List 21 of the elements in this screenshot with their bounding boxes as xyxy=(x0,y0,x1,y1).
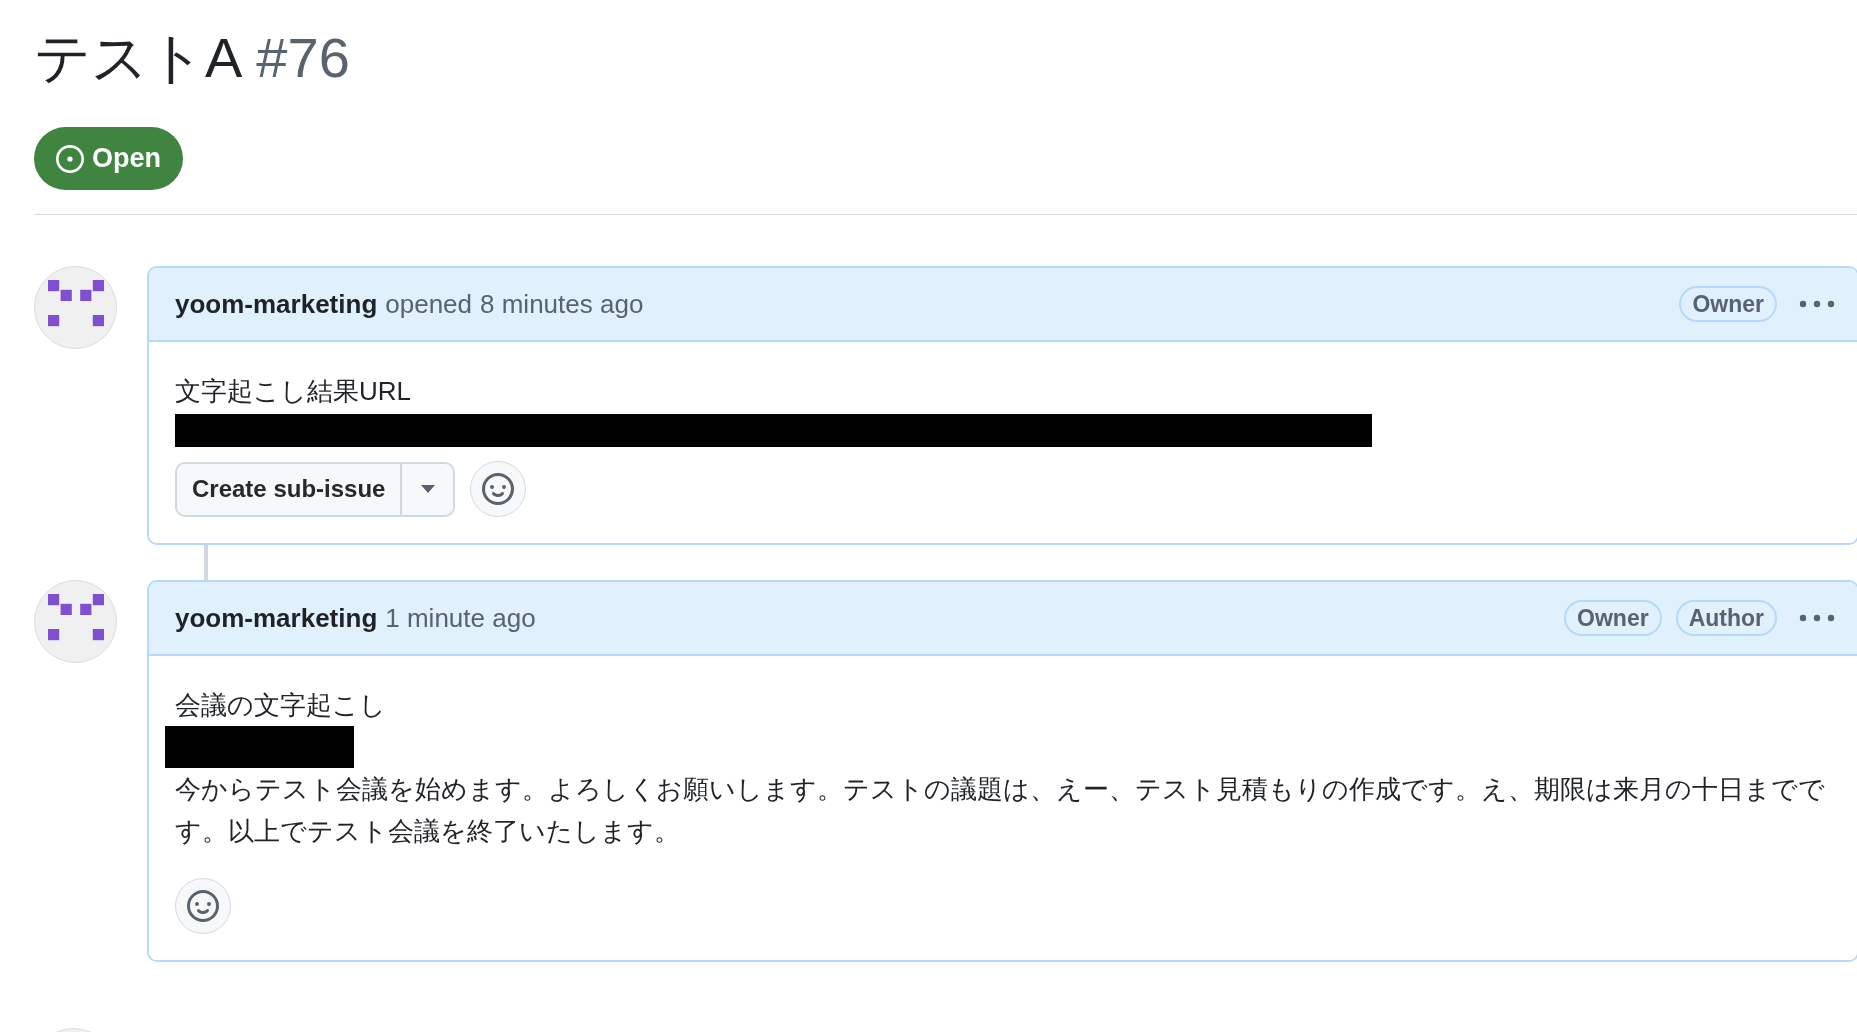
kebab-horizontal-icon xyxy=(1799,299,1835,309)
kebab-horizontal-icon xyxy=(1799,613,1835,623)
smiley-icon xyxy=(482,473,515,505)
timestamp-link[interactable]: 1 minute ago xyxy=(385,598,536,638)
comment-text: 会議の文字起こし xyxy=(175,689,386,722)
smiley-icon xyxy=(187,890,219,922)
comment-text: 文字起こし結果URL xyxy=(175,375,411,408)
status-badge: Open xyxy=(34,127,183,190)
comment-action: opened xyxy=(385,287,473,321)
issue-title: テストA xyxy=(34,25,243,91)
role-label: Owner xyxy=(1564,600,1662,636)
timestamp-link[interactable]: 8 minutes ago xyxy=(480,284,644,324)
issue-open-icon xyxy=(56,144,84,173)
author-link[interactable]: yoom-marketing xyxy=(175,598,378,638)
caret-icon xyxy=(420,485,435,493)
author-link[interactable]: yoom-marketing xyxy=(175,284,378,324)
role-label: Author xyxy=(1675,600,1777,636)
role-label: Owner xyxy=(1679,286,1777,322)
comment-text: 今からテスト会議を始めます。よろしくお願いします。テストの議題は、えー、テスト見積もりの作成です。え、期限は来月の十日までです。以上でテスト会議を終了いたします。 xyxy=(175,773,1826,848)
issue-number: #76 xyxy=(256,25,350,91)
add-reaction-button[interactable] xyxy=(175,878,231,934)
